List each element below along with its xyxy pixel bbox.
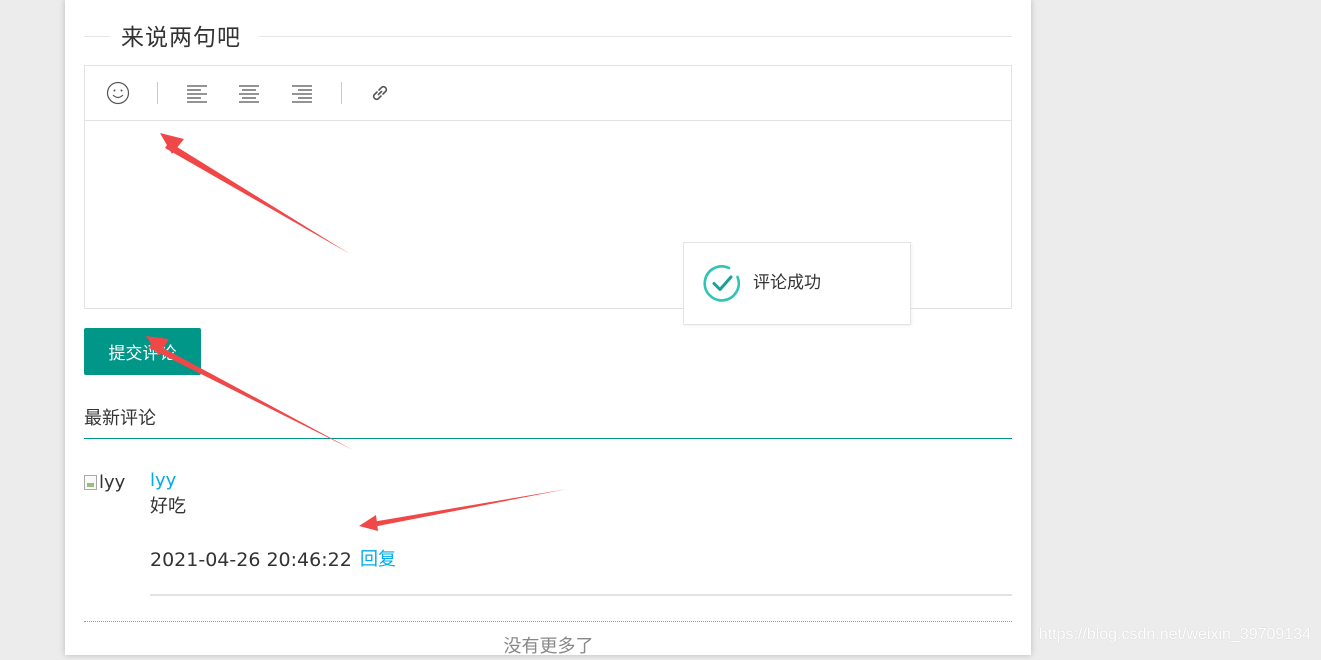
latest-comments-title: 最新评论 bbox=[84, 408, 156, 429]
align-left-icon[interactable] bbox=[184, 80, 210, 106]
comment-content: 好吃 bbox=[150, 496, 186, 517]
watermark: https://blog.csdn.net/weixin_39709134 bbox=[1038, 626, 1311, 643]
list-end-divider bbox=[84, 621, 1012, 622]
align-center-icon[interactable] bbox=[236, 80, 262, 106]
title-divider-left bbox=[84, 36, 110, 37]
avatar-alt-text: lyy bbox=[99, 471, 126, 493]
align-right-icon[interactable] bbox=[289, 80, 315, 106]
comment-section-header: 来说两句吧 bbox=[84, 22, 1012, 54]
success-toast: 评论成功 bbox=[683, 242, 911, 325]
check-circle-icon bbox=[703, 265, 741, 302]
comment-username[interactable]: lyy bbox=[150, 469, 176, 493]
avatar: lyy bbox=[84, 470, 144, 494]
toolbar-divider bbox=[157, 82, 158, 104]
title-divider-right bbox=[259, 36, 1012, 37]
comment-divider bbox=[150, 594, 1012, 596]
emoji-icon[interactable] bbox=[105, 80, 131, 106]
broken-image-icon bbox=[84, 474, 97, 490]
comment-section-title: 来说两句吧 bbox=[121, 25, 241, 51]
editor-toolbar bbox=[85, 66, 1011, 121]
no-more-text: 没有更多了 bbox=[503, 636, 594, 657]
submit-comment-button[interactable]: 提交评论 bbox=[84, 328, 201, 375]
link-icon[interactable] bbox=[367, 80, 393, 106]
latest-comments-divider bbox=[84, 438, 1012, 439]
toolbar-divider bbox=[341, 82, 342, 104]
comment-timestamp: 2021-04-26 20:46:22 bbox=[150, 549, 352, 571]
reply-link[interactable]: 回复 bbox=[360, 548, 396, 572]
toast-message: 评论成功 bbox=[753, 273, 821, 293]
